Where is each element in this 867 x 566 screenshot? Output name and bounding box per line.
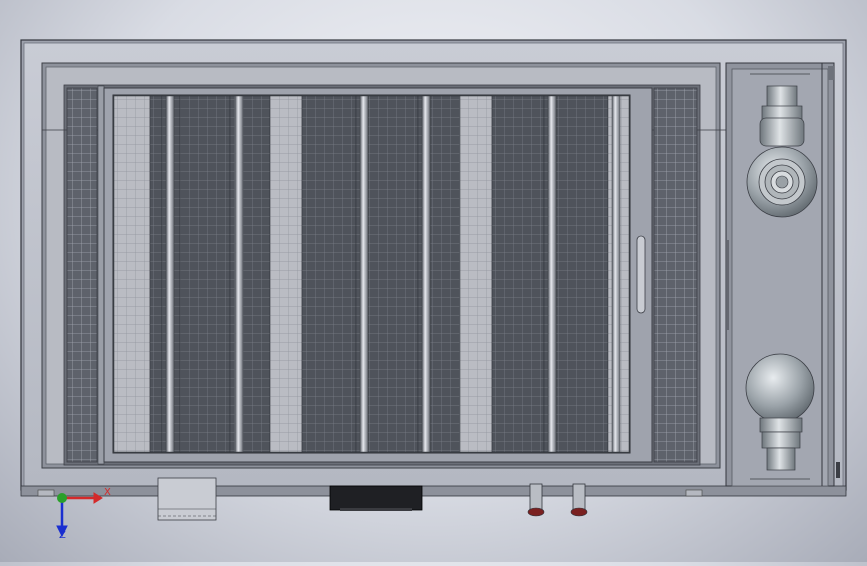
door-handle[interactable]: [636, 235, 646, 314]
cad-model-view[interactable]: [0, 0, 867, 562]
right-mesh-strip: [653, 87, 698, 463]
filter-fin-column: [491, 95, 545, 453]
filter-fin-column: [459, 95, 493, 453]
bottom-bracket[interactable]: [157, 477, 217, 521]
filter-fin-column: [113, 95, 151, 453]
triad-x-label: X: [104, 487, 111, 498]
graphics-viewport[interactable]: X Y Z: [0, 0, 867, 562]
filter-fin-column: [555, 95, 609, 453]
filter-fin-column: [179, 95, 231, 453]
vertical-rod: [421, 95, 431, 453]
filter-fin-column: [269, 95, 303, 453]
filter-fin-column: [367, 95, 419, 453]
bottom-port[interactable]: [570, 483, 588, 517]
left-mesh-strip: [66, 87, 98, 463]
filter-fin-column: [301, 95, 357, 453]
vertical-rod: [547, 95, 557, 453]
vertical-rod: [359, 95, 369, 453]
filter-fin-column: [149, 95, 163, 453]
filter-fin-column: [429, 95, 461, 453]
vertical-rod: [165, 95, 175, 453]
bottom-port[interactable]: [527, 483, 545, 517]
vertical-rod: [611, 95, 621, 453]
filter-fin-column: [241, 95, 271, 453]
bottom-drain-box[interactable]: [329, 485, 423, 511]
vertical-rod: [234, 95, 244, 453]
triad-z-label: Z: [59, 530, 66, 541]
